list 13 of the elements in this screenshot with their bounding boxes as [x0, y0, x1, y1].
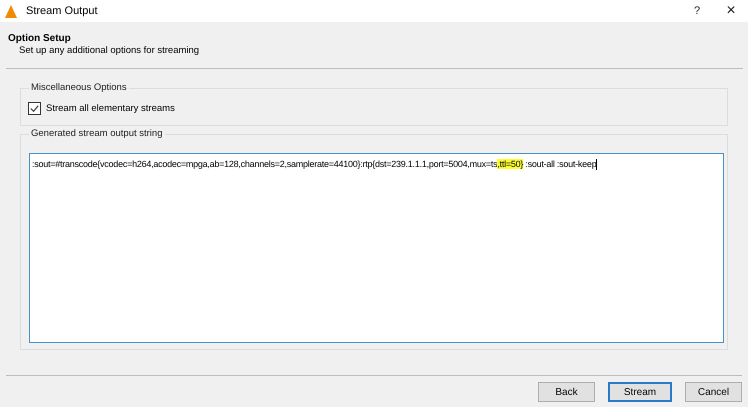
page-subtitle: Set up any additional options for streaming	[18, 45, 200, 56]
checkbox-label: Stream all elementary streams	[46, 103, 175, 114]
checkbox[interactable]	[28, 102, 41, 115]
group-title: Generated stream output string	[29, 128, 164, 139]
group-title: Miscellaneous Options	[29, 82, 129, 93]
dialog-button[interactable]: Cancel	[685, 382, 742, 402]
dialog-button[interactable]: Back	[538, 382, 595, 402]
dialog-button[interactable]: Stream	[608, 382, 672, 402]
close-button[interactable]: ×	[714, 0, 748, 22]
cone-icon	[5, 4, 17, 18]
page-title: Option Setup	[8, 33, 72, 44]
window-title: Stream Output	[26, 5, 98, 17]
help-button[interactable]: ?	[680, 0, 714, 22]
